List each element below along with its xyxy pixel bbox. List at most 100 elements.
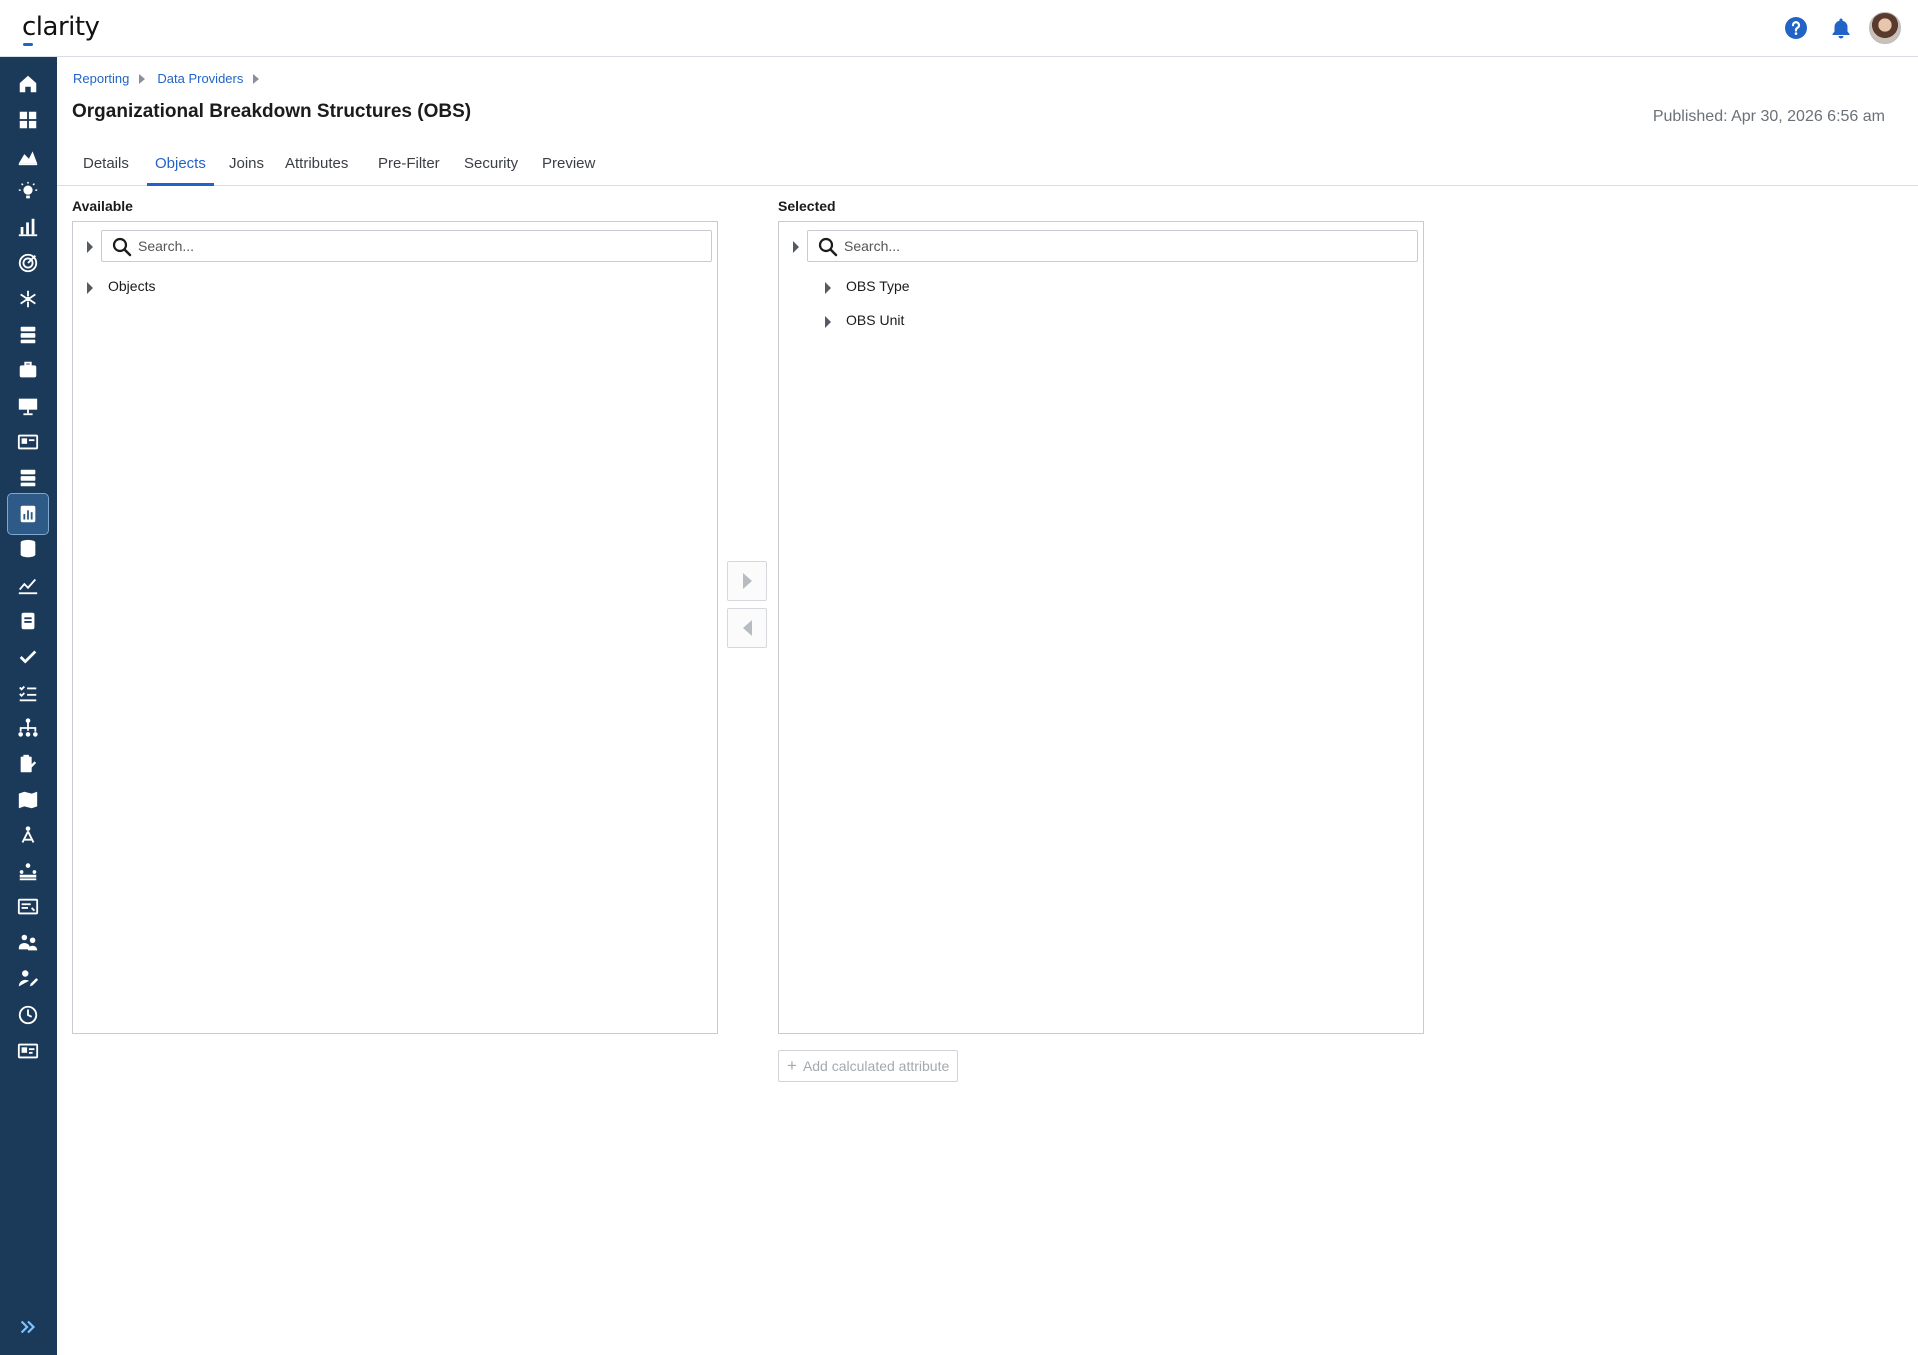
clock-icon[interactable]: [8, 995, 48, 1035]
published-timestamp: Published: Apr 30, 2026 6:56 am: [1652, 108, 1885, 125]
team-icon[interactable]: [8, 852, 48, 892]
id-card-icon-glyph: [17, 434, 39, 450]
bar-chart-icon-glyph: [18, 218, 38, 237]
tab-joins[interactable]: Joins: [221, 150, 272, 186]
move-right-button[interactable]: [727, 561, 767, 601]
timesheet-icon[interactable]: [8, 744, 48, 784]
move-left-button[interactable]: [727, 608, 767, 648]
chevron-right-icon: [139, 73, 146, 84]
target-icon-glyph: [18, 253, 38, 273]
tab-attributes[interactable]: Attributes: [277, 150, 356, 186]
presentation-icon-glyph: [18, 398, 38, 416]
database-icon[interactable]: [8, 529, 48, 569]
tree-item-objects[interactable]: Objects: [108, 278, 155, 294]
team-icon-glyph: [19, 862, 37, 880]
dashboard-icon[interactable]: [8, 100, 48, 140]
tab-pre-filter[interactable]: Pre-Filter: [370, 150, 448, 186]
search-icon: [112, 237, 132, 257]
available-search-input[interactable]: [138, 231, 698, 261]
server-icon[interactable]: [8, 315, 48, 355]
home-icon-glyph: [19, 75, 37, 93]
area-chart-icon-glyph: [18, 151, 38, 165]
add-calculated-attribute-label: Add calculated attribute: [802, 1058, 950, 1074]
clarity-logo[interactable]: clarity: [22, 12, 100, 46]
tree-item-obs-unit[interactable]: OBS Unit: [846, 312, 904, 328]
check-icon[interactable]: [8, 637, 48, 677]
forms-icon[interactable]: [8, 887, 48, 927]
expand-caret-icon[interactable]: [825, 282, 831, 294]
breadcrumb-data-providers[interactable]: Data Providers: [157, 71, 243, 86]
clock-icon-glyph: [18, 1005, 38, 1024]
tab-bar: Details Objects Joins Attributes Pre-Fil…: [57, 150, 1918, 186]
search-icon: [818, 237, 838, 257]
hub-icon-glyph: [20, 290, 36, 308]
user-edit-icon[interactable]: [8, 959, 48, 999]
database-stack-icon[interactable]: [8, 458, 48, 498]
lightbulb-icon-glyph: [18, 182, 38, 199]
database-icon-glyph: [20, 540, 36, 558]
area-chart-icon[interactable]: [8, 136, 48, 176]
book-icon-glyph: [18, 791, 38, 809]
available-panel: Objects: [72, 221, 718, 1034]
hub-icon[interactable]: [8, 279, 48, 319]
page-title: Organizational Breakdown Structures (OBS…: [72, 101, 472, 122]
expand-caret-icon[interactable]: [87, 282, 93, 294]
checklist-icon[interactable]: [8, 673, 48, 713]
selected-panel: OBS Type OBS Unit: [778, 221, 1424, 1034]
expand-sidebar-icon[interactable]: [8, 1307, 48, 1347]
id-card-icon[interactable]: [8, 422, 48, 462]
lightbulb-icon[interactable]: [8, 171, 48, 211]
arrow-left-icon: [742, 620, 752, 636]
arrow-right-icon: [742, 573, 752, 589]
selected-search-input[interactable]: [844, 231, 1404, 261]
line-chart-icon[interactable]: [8, 565, 48, 605]
settings-card-icon-glyph: [17, 1043, 39, 1058]
checklist-icon-glyph: [19, 685, 37, 701]
tab-details[interactable]: Details: [75, 150, 137, 186]
forms-icon-glyph: [17, 899, 39, 915]
check-icon-glyph: [19, 650, 37, 664]
selected-label: Selected: [778, 198, 836, 214]
server-icon-glyph: [20, 326, 36, 343]
database-stack-icon-glyph: [20, 469, 36, 487]
user-avatar[interactable]: [1869, 12, 1901, 44]
help-icon[interactable]: [1784, 16, 1808, 40]
reporting-icon[interactable]: [7, 492, 49, 535]
home-icon[interactable]: [8, 64, 48, 104]
org-chart-icon-glyph: [18, 718, 38, 738]
clipboard-icon[interactable]: [8, 601, 48, 641]
org-chart-icon[interactable]: [8, 708, 48, 748]
main-content: Reporting Data Providers Organizational …: [57, 57, 1918, 1355]
user-edit-icon-glyph: [18, 970, 39, 987]
book-icon[interactable]: [8, 780, 48, 820]
people-icon-glyph: [18, 934, 38, 951]
add-calculated-attribute-button[interactable]: + Add calculated attribute: [778, 1050, 959, 1082]
expand-all-caret-icon[interactable]: [87, 241, 93, 253]
clipboard-icon-glyph: [21, 612, 35, 630]
expand-caret-icon[interactable]: [825, 316, 831, 328]
tab-security[interactable]: Security: [456, 150, 526, 186]
tab-objects[interactable]: Objects: [147, 150, 214, 186]
tree-item-obs-type[interactable]: OBS Type: [846, 278, 910, 294]
selected-search: [807, 230, 1418, 262]
presentation-icon[interactable]: [8, 386, 48, 426]
tab-preview[interactable]: Preview: [534, 150, 603, 186]
breadcrumb: Reporting Data Providers: [73, 71, 271, 86]
reporting-icon-glyph: [20, 505, 36, 522]
hierarchy-icon-glyph: [21, 826, 35, 843]
top-bar: clarity: [0, 0, 1918, 57]
left-sidebar: [0, 57, 57, 1355]
bar-chart-icon[interactable]: [8, 207, 48, 247]
hierarchy-icon[interactable]: [8, 816, 48, 856]
available-label: Available: [72, 198, 133, 214]
bell-icon[interactable]: [1829, 16, 1853, 40]
line-chart-icon-glyph: [18, 579, 38, 595]
plus-icon: +: [787, 1056, 797, 1075]
briefcase-icon[interactable]: [8, 350, 48, 390]
settings-card-icon[interactable]: [8, 1031, 48, 1071]
breadcrumb-reporting[interactable]: Reporting: [73, 71, 129, 86]
target-icon[interactable]: [8, 243, 48, 283]
people-icon[interactable]: [8, 923, 48, 963]
available-search: [101, 230, 712, 262]
expand-all-caret-icon[interactable]: [793, 241, 799, 253]
